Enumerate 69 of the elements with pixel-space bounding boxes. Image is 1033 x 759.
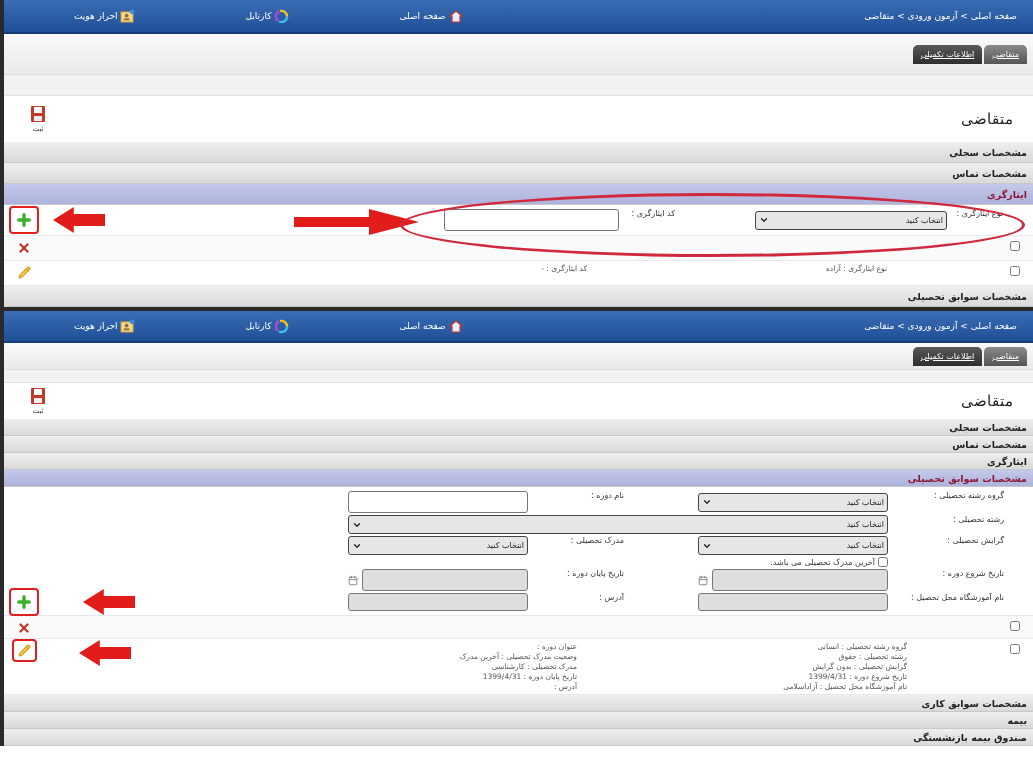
row-checkbox[interactable]: [1010, 644, 1020, 654]
input-field[interactable]: [444, 209, 619, 231]
select-field[interactable]: انتخاب کنید: [755, 210, 947, 230]
input-field[interactable]: [348, 491, 528, 513]
nav-link[interactable]: کارتابل: [245, 318, 290, 334]
chevron-down-icon: [759, 215, 769, 225]
annotation-box: [11, 639, 37, 662]
section-header[interactable]: ایثارگری: [4, 453, 1033, 470]
nav-link[interactable]: کارتابل: [245, 8, 290, 24]
section-header[interactable]: مشخصات سوابق تحصیلی: [4, 286, 1033, 307]
field-label: تاریخ پایان دوره :: [566, 569, 625, 578]
tab[interactable]: اطلاعات تکمیلی: [912, 44, 983, 64]
page-title: متقاضی: [961, 110, 1013, 128]
field-label: نام دوره :: [590, 491, 625, 500]
edit-button[interactable]: [17, 644, 31, 657]
delete-button[interactable]: [17, 241, 31, 255]
add-button[interactable]: [15, 593, 33, 611]
page-title: متقاضی: [961, 392, 1013, 410]
field-label: کد ایثارگری :: [630, 209, 676, 218]
select-field[interactable]: انتخاب کنید: [348, 515, 888, 534]
field-label: تاریخ شروع دوره :: [941, 569, 1005, 578]
field-label: گرایش تحصیلی :: [946, 536, 1005, 545]
nav-link[interactable]: صفحه اصلی: [399, 319, 463, 333]
chevron-down-icon: [702, 497, 712, 507]
id-card-icon: [120, 8, 136, 24]
ring-icon: [274, 318, 290, 334]
ring-icon: [274, 8, 290, 24]
edit-button[interactable]: [17, 266, 31, 279]
row-checkbox[interactable]: [1010, 621, 1020, 631]
nav-link[interactable]: احراز هویت: [74, 8, 136, 24]
home-icon: [448, 319, 463, 333]
breadcrumb: صفحه اصلی > آزمون ورودی > متقاضی: [864, 321, 1017, 331]
section-header[interactable]: صندوق بیمه بازنشستگی: [4, 729, 1033, 746]
field-label: رشته تحصیلی :: [951, 515, 1005, 524]
calendar-icon[interactable]: [698, 574, 709, 586]
section-header[interactable]: مشخصات تماس: [4, 163, 1033, 184]
id-card-icon: [120, 318, 136, 334]
nav-link[interactable]: صفحه اصلی: [399, 9, 463, 23]
section-header[interactable]: مشخصات سوابق کاری: [4, 695, 1033, 712]
row-checkbox[interactable]: [1010, 266, 1020, 276]
row-checkbox[interactable]: [1010, 241, 1020, 251]
section-header[interactable]: بیمه: [4, 712, 1033, 729]
delete-button[interactable]: [17, 621, 31, 635]
home-icon: [448, 9, 463, 23]
field-label: مدرک تحصیلی :: [569, 536, 625, 545]
checkbox[interactable]: [878, 557, 888, 567]
section-header[interactable]: مشخصات سوابق تحصیلی: [4, 470, 1033, 487]
section-header[interactable]: مشخصات تماس: [4, 436, 1033, 453]
annotation-arrow: [78, 640, 131, 666]
tab[interactable]: اطلاعات تکمیلی: [912, 346, 983, 366]
tab[interactable]: متقاضی: [984, 346, 1027, 366]
select-field[interactable]: انتخاب کنید: [698, 536, 888, 555]
breadcrumb: صفحه اصلی > آزمون ورودی > متقاضی: [864, 11, 1017, 21]
select-field[interactable]: انتخاب کنید: [348, 536, 528, 555]
tab[interactable]: متقاضی: [984, 44, 1027, 64]
nav-link[interactable]: احراز هویت: [74, 318, 136, 334]
field-label: گروه رشته تحصیلی :: [933, 491, 1005, 500]
field-label: نام آموزشگاه محل تحصیل :: [909, 593, 1005, 602]
field-label: آدرس :: [598, 593, 625, 602]
select-field[interactable]: انتخاب کنید: [698, 492, 888, 512]
annotation-arrow: [53, 207, 105, 233]
section-header[interactable]: مشخصات سجلی: [4, 142, 1033, 163]
add-button[interactable]: [15, 211, 33, 229]
calendar-icon[interactable]: [348, 574, 359, 586]
section-header[interactable]: ایثارگری: [4, 184, 1033, 205]
annotation-arrow: [83, 589, 135, 615]
checkbox-label[interactable]: آخرین مدرک تحصیلی می باشد.: [348, 557, 888, 567]
section-header[interactable]: مشخصات سجلی: [4, 419, 1033, 436]
annotation-box: [9, 206, 39, 234]
